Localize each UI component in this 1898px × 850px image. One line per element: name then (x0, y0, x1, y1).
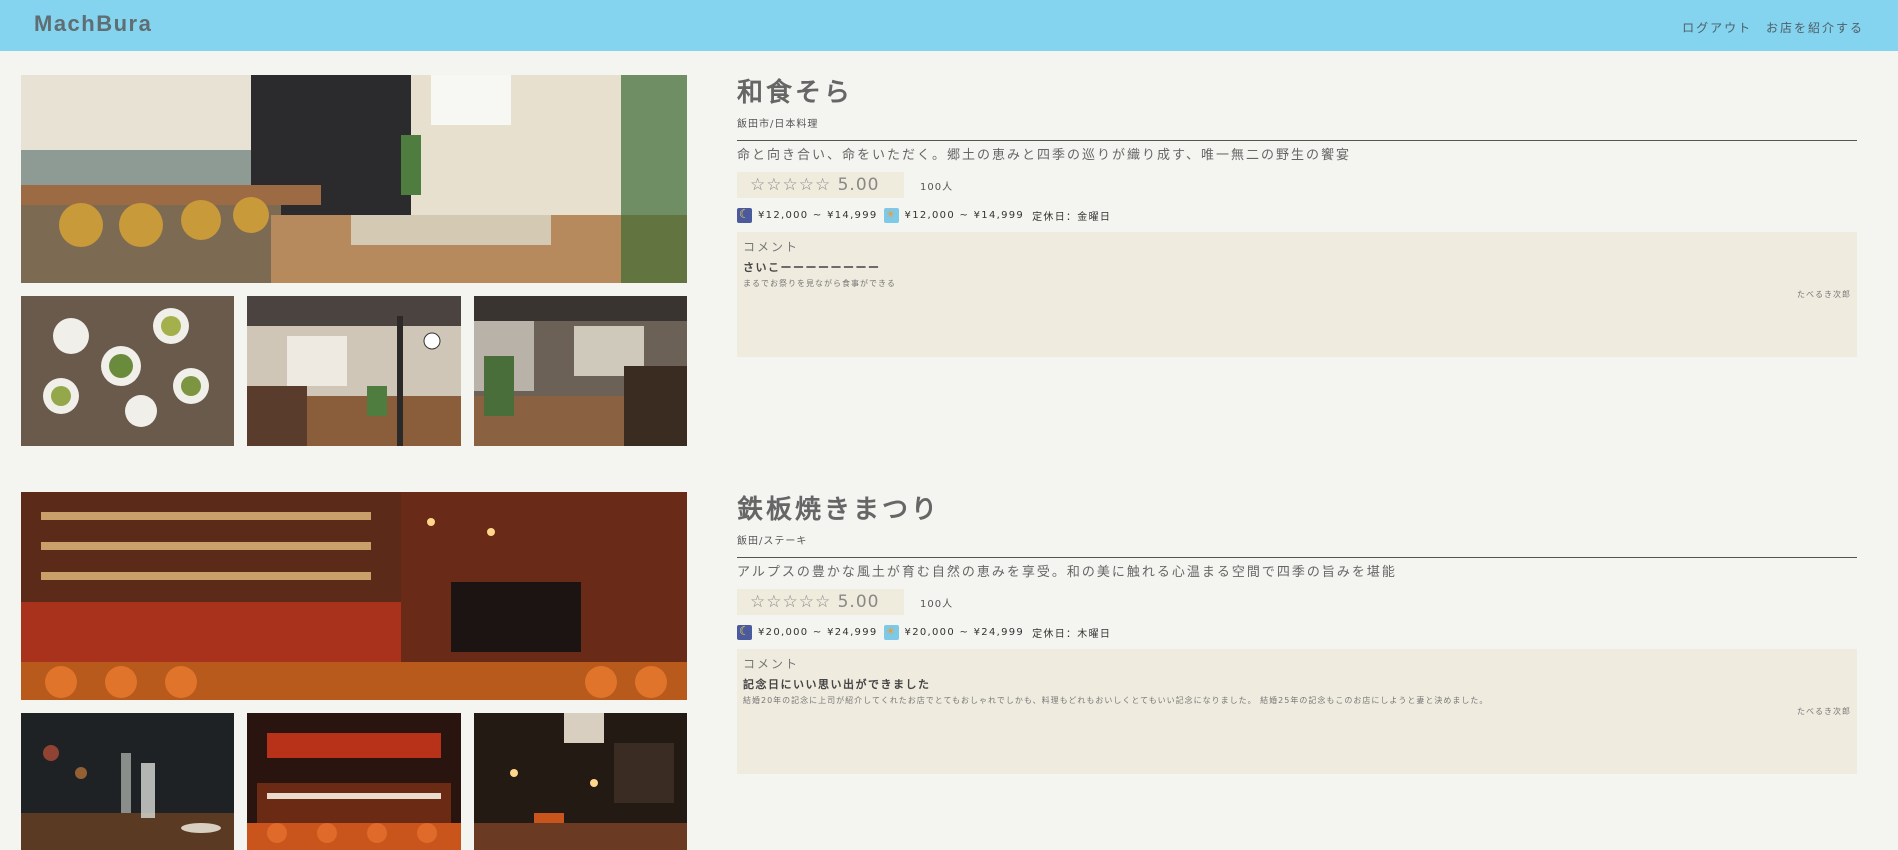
top-header: MachBura ログアウト お店を紹介する (0, 0, 1898, 51)
shop-description: 命と向き合い、命をいただく。郷土の恵みと四季の巡りが織り成す、唯一無二の野生の饗… (737, 148, 1351, 163)
shop-main-photo[interactable] (21, 492, 687, 700)
rating-row: ☆☆☆☆☆ 5.00 100人 (737, 589, 1857, 615)
rating-row: ☆☆☆☆☆ 5.00 100人 (737, 172, 1857, 198)
rating-score: 5.00 (837, 592, 880, 612)
sun-icon (883, 624, 899, 640)
lunch-price: ¥20,000 ~ ¥24,999 (904, 626, 1025, 638)
comment-author: たべるき次郎 (1797, 290, 1851, 299)
comment-heading: コメント (743, 657, 800, 671)
comment-box: コメント 記念日にいい思い出ができました 結婚20年の記念に上司が紹介してくれた… (737, 649, 1857, 774)
shop-thumbnail[interactable] (21, 713, 234, 850)
shop-description: アルプスの豊かな風土が育む自然の恵みを享受。和の美に触れる心温まる空間で四季の旨… (737, 565, 1397, 580)
comment-heading: コメント (743, 240, 800, 254)
comment-author: たべるき次郎 (1797, 707, 1851, 716)
price-row: ¥20,000 ~ ¥24,999 ¥20,000 ~ ¥24,999 定休日：… (737, 624, 1857, 640)
comment-title: 記念日にいい思い出ができました (743, 678, 931, 691)
reviewer-count: 100人 (920, 599, 954, 610)
shop-name[interactable]: 鉄板焼きまつり (737, 494, 1857, 526)
dinner-price: ¥20,000 ~ ¥24,999 (758, 626, 878, 638)
star-rating-icons: ☆☆☆☆☆ (750, 592, 832, 612)
comment-body: まるでお祭りを見ながら食事ができる (743, 279, 896, 288)
logout-link[interactable]: ログアウト (1682, 21, 1752, 35)
star-rating-icons: ☆☆☆☆☆ (750, 175, 832, 195)
comment-box: コメント さいこーーーーーーーー まるでお祭りを見ながら食事ができる たべるき次… (737, 232, 1857, 357)
dinner-price: ¥12,000 ~ ¥14,999 (758, 209, 878, 221)
reviewer-count: 100人 (920, 182, 954, 193)
shop-name[interactable]: 和食そら (737, 77, 1857, 109)
shop-thumbnail[interactable] (474, 713, 687, 850)
shop-info: 鉄板焼きまつり 飯田/ステーキ アルプスの豊かな風土が育む自然の恵みを享受。和の… (737, 492, 1857, 774)
price-row: ¥12,000 ~ ¥14,999 ¥12,000 ~ ¥14,999 定休日：… (737, 207, 1857, 223)
comment-title: さいこーーーーーーーー (743, 261, 881, 274)
lunch-price: ¥12,000 ~ ¥14,999 (904, 209, 1025, 221)
header-nav: ログアウト お店を紹介する (1674, 19, 1864, 36)
shop-main-photo[interactable] (21, 75, 687, 283)
shop-thumbnail[interactable] (21, 296, 234, 446)
rating-box: ☆☆☆☆☆ 5.00 (737, 589, 904, 615)
holiday: 定休日：金曜日 (1032, 211, 1112, 223)
comment-body: 結婚20年の記念に上司が紹介してくれたお店でとてもおしゃれでしかも、料理もどれも… (743, 696, 1489, 705)
divider (737, 140, 1857, 141)
moon-icon (737, 624, 752, 640)
introduce-shop-link[interactable]: お店を紹介する (1766, 21, 1864, 35)
shop-info: 和食そら 飯田市/日本料理 命と向き合い、命をいただく。郷土の恵みと四季の巡りが… (737, 75, 1857, 357)
shop-location-genre: 飯田/ステーキ (737, 536, 808, 547)
shop-location-genre: 飯田市/日本料理 (737, 119, 819, 130)
shop-thumbnail[interactable] (247, 296, 461, 446)
shop-thumbnail[interactable] (247, 713, 461, 850)
rating-box: ☆☆☆☆☆ 5.00 (737, 172, 904, 198)
holiday: 定休日：木曜日 (1032, 628, 1112, 640)
site-logo[interactable]: MachBura (34, 11, 152, 37)
rating-score: 5.00 (837, 175, 880, 195)
divider (737, 557, 1857, 558)
moon-icon (737, 207, 752, 223)
shop-thumbnail[interactable] (474, 296, 687, 446)
sun-icon (883, 207, 899, 223)
